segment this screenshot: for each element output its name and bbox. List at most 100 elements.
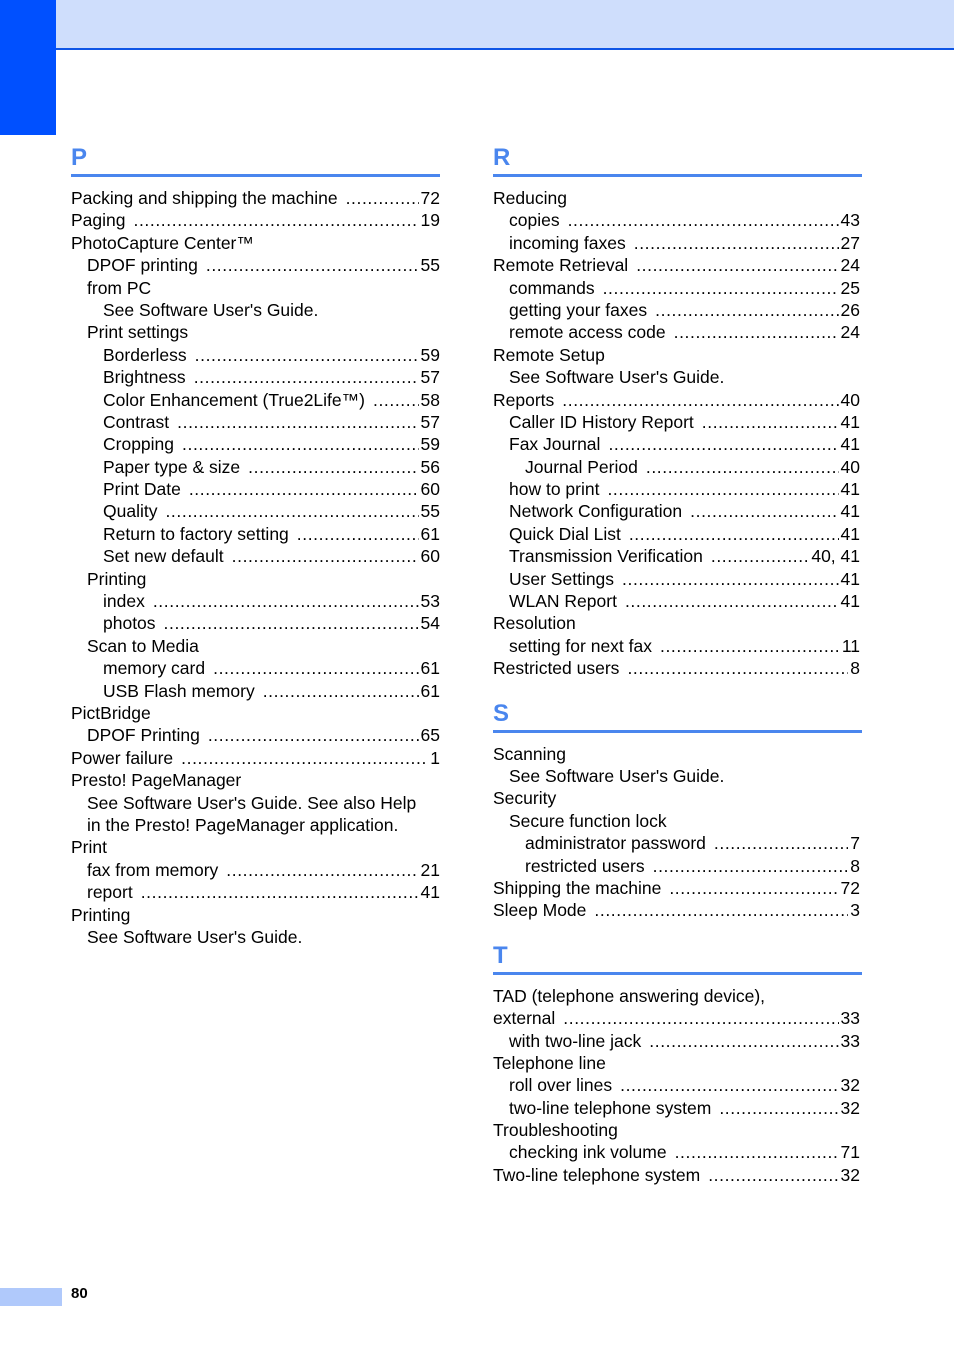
- index-entry[interactable]: Transmission Verification 40, 41: [493, 545, 862, 567]
- page-reference-link[interactable]: 40: [841, 456, 862, 478]
- index-entry[interactable]: Two-line telephone system 32: [493, 1164, 862, 1186]
- index-entry[interactable]: DPOF Printing 65: [71, 724, 440, 746]
- index-entry[interactable]: Cropping 59: [71, 433, 440, 455]
- index-entry[interactable]: how to print 41: [493, 478, 862, 500]
- index-entry[interactable]: Fax Journal 41: [493, 433, 862, 455]
- page-reference-link[interactable]: 41: [841, 411, 862, 433]
- page-reference-link[interactable]: 57: [421, 366, 440, 388]
- page-reference-link[interactable]: 24: [841, 321, 862, 343]
- index-entry[interactable]: memory card 61: [71, 657, 440, 679]
- page-reference-link[interactable]: 72: [421, 187, 440, 209]
- page-reference-link[interactable]: 61: [421, 657, 440, 679]
- page-reference-link[interactable]: 61: [421, 680, 440, 702]
- page-reference-link[interactable]: 41: [841, 590, 862, 612]
- page-reference-link[interactable]: 32: [841, 1164, 862, 1186]
- index-entry[interactable]: Paging 19: [71, 209, 440, 231]
- page-reference-link[interactable]: 11: [842, 635, 862, 657]
- page-reference-link[interactable]: 41: [421, 881, 440, 903]
- index-entry[interactable]: getting your faxes 26: [493, 299, 862, 321]
- index-entry[interactable]: administrator password 7: [493, 832, 862, 854]
- page-reference-link[interactable]: 32: [841, 1097, 862, 1119]
- index-entry[interactable]: DPOF printing 55: [71, 254, 440, 276]
- index-entry[interactable]: WLAN Report 41: [493, 590, 862, 612]
- index-entry[interactable]: external 33: [493, 1007, 862, 1029]
- index-entry[interactable]: USB Flash memory 61: [71, 680, 440, 702]
- page-reference-link[interactable]: 8: [850, 855, 862, 877]
- page-reference-link[interactable]: 26: [841, 299, 862, 321]
- page-reference-link[interactable]: 21: [421, 859, 440, 881]
- index-entry[interactable]: Network Configuration 41: [493, 500, 862, 522]
- index-entry[interactable]: copies 43: [493, 209, 862, 231]
- page-reference-link[interactable]: 71: [841, 1141, 862, 1163]
- page-reference-link[interactable]: 57: [421, 411, 440, 433]
- index-entry[interactable]: Reports 40: [493, 389, 862, 411]
- index-entry[interactable]: Set new default 60: [71, 545, 440, 567]
- page-reference-link[interactable]: 19: [421, 209, 440, 231]
- page-reference-link[interactable]: 58: [421, 389, 440, 411]
- page-reference-link[interactable]: 54: [421, 612, 440, 634]
- page-reference-link[interactable]: 60: [421, 545, 440, 567]
- page-reference-link[interactable]: 72: [841, 877, 862, 899]
- index-entry[interactable]: Remote Retrieval 24: [493, 254, 862, 276]
- page-reference-link[interactable]: 24: [841, 254, 862, 276]
- page-reference-link[interactable]: 55: [421, 500, 440, 522]
- index-entry[interactable]: Borderless 59: [71, 344, 440, 366]
- page-reference-link[interactable]: 41: [841, 478, 862, 500]
- index-entry[interactable]: fax from memory 21: [71, 859, 440, 881]
- page-reference-link[interactable]: 25: [841, 277, 862, 299]
- page-reference-link[interactable]: 59: [421, 344, 440, 366]
- index-entry[interactable]: Contrast 57: [71, 411, 440, 433]
- page-reference-link[interactable]: 65: [421, 724, 440, 746]
- page-reference-link[interactable]: 56: [421, 456, 440, 478]
- index-entry[interactable]: restricted users 8: [493, 855, 862, 877]
- page-reference-link[interactable]: 41: [841, 523, 862, 545]
- page-reference-link[interactable]: 43: [841, 209, 862, 231]
- index-entry[interactable]: Packing and shipping the machine 72: [71, 187, 440, 209]
- index-entry[interactable]: Journal Period 40: [493, 456, 862, 478]
- index-entry[interactable]: Sleep Mode 3: [493, 899, 862, 921]
- page-reference-link[interactable]: 27: [841, 232, 862, 254]
- index-entry[interactable]: two-line telephone system 32: [493, 1097, 862, 1119]
- page-reference-link[interactable]: 40, 41: [811, 545, 862, 567]
- page-reference-link[interactable]: 53: [421, 590, 440, 612]
- page-reference-link[interactable]: 32: [841, 1074, 862, 1096]
- index-entry[interactable]: with two-line jack 33: [493, 1030, 862, 1052]
- index-entry[interactable]: incoming faxes 27: [493, 232, 862, 254]
- index-entry[interactable]: Color Enhancement (True2Life™) 58: [71, 389, 440, 411]
- index-entry[interactable]: Quality 55: [71, 500, 440, 522]
- page-reference-link[interactable]: 33: [841, 1030, 862, 1052]
- page-reference-link[interactable]: 61: [421, 523, 440, 545]
- page-reference-link[interactable]: 3: [850, 899, 862, 921]
- page-reference-link[interactable]: 41: [841, 500, 862, 522]
- page-reference-link[interactable]: 40: [841, 389, 862, 411]
- page-reference-link[interactable]: 41: [841, 433, 862, 455]
- entry-label: roll over lines: [509, 1075, 613, 1096]
- index-entry[interactable]: commands 25: [493, 277, 862, 299]
- entry-label: Scan to Media: [87, 635, 199, 656]
- index-entry[interactable]: photos 54: [71, 612, 440, 634]
- index-entry[interactable]: remote access code 24: [493, 321, 862, 343]
- index-entry[interactable]: index 53: [71, 590, 440, 612]
- index-entry[interactable]: Caller ID History Report 41: [493, 411, 862, 433]
- index-entry[interactable]: checking ink volume 71: [493, 1141, 862, 1163]
- index-entry[interactable]: Return to factory setting 61: [71, 523, 440, 545]
- page-reference-link[interactable]: 7: [850, 832, 862, 854]
- page-reference-link[interactable]: 55: [421, 254, 440, 276]
- index-entry[interactable]: setting for next fax 11: [493, 635, 862, 657]
- page-reference-link[interactable]: 8: [850, 657, 862, 679]
- index-entry[interactable]: Shipping the machine 72: [493, 877, 862, 899]
- index-entry[interactable]: report 41: [71, 881, 440, 903]
- page-reference-link[interactable]: 1: [430, 747, 440, 769]
- index-entry[interactable]: Paper type & size 56: [71, 456, 440, 478]
- index-entry[interactable]: Print Date 60: [71, 478, 440, 500]
- index-entry[interactable]: roll over lines 32: [493, 1074, 862, 1096]
- page-reference-link[interactable]: 60: [421, 478, 440, 500]
- index-entry[interactable]: Brightness 57: [71, 366, 440, 388]
- page-reference-link[interactable]: 59: [421, 433, 440, 455]
- index-entry[interactable]: User Settings 41: [493, 568, 862, 590]
- page-reference-link[interactable]: 33: [841, 1007, 862, 1029]
- page-reference-link[interactable]: 41: [841, 568, 862, 590]
- index-entry[interactable]: Power failure 1: [71, 747, 440, 769]
- index-entry[interactable]: Quick Dial List 41: [493, 523, 862, 545]
- index-entry[interactable]: Restricted users 8: [493, 657, 862, 679]
